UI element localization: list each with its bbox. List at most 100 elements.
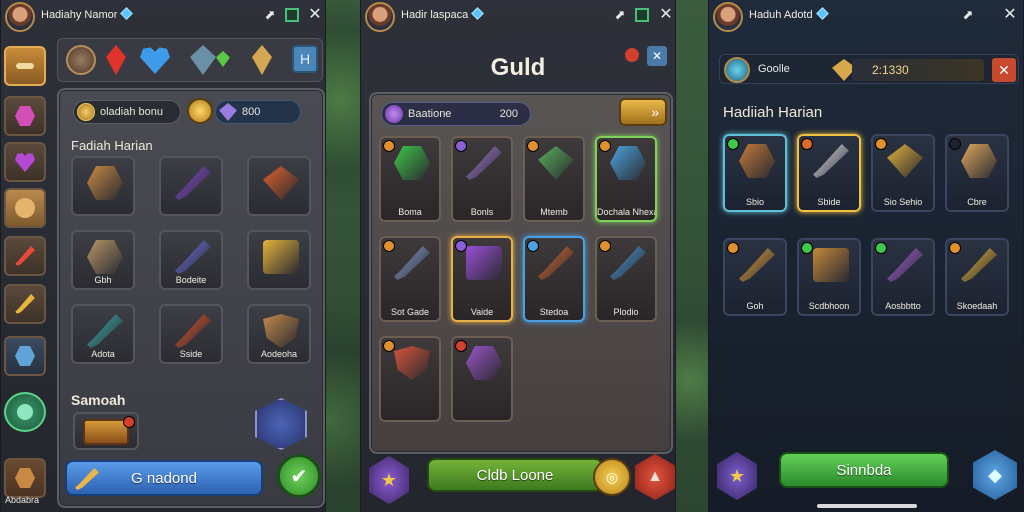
sidebar-item-shop[interactable]: [4, 458, 46, 498]
resource-name: Goolle: [758, 63, 790, 75]
tools-icon[interactable]: ✕: [647, 46, 667, 66]
signal-icon: ⬈: [962, 7, 974, 22]
guild-item-slot-10[interactable]: [451, 336, 513, 422]
confirm-button[interactable]: ✔: [277, 454, 321, 498]
horn-icon: [175, 314, 211, 348]
daily-reward-screen: Haduh Adotd ⬈ ✕ Goolle 2:1330 ✕ Hadiiah …: [708, 0, 1024, 512]
daily-reward-slot-2[interactable]: [159, 156, 223, 216]
sidebar-item-pet[interactable]: [4, 188, 46, 228]
sidebar-item-sword[interactable]: [4, 236, 46, 276]
item-label: Bonls: [470, 207, 494, 217]
daily-reward-slot-6[interactable]: Scdbhoon: [797, 238, 861, 316]
guild-panel: Baatione 200 » Boma Bonls Mtemb Dochala Nhe…: [369, 92, 673, 454]
sidebar-item-cube[interactable]: [4, 336, 46, 376]
cube-icon: [15, 346, 35, 366]
daily-reward-slot-9[interactable]: Aodeoha: [247, 304, 311, 364]
ruby-icon[interactable]: [106, 45, 126, 75]
daily-reward-slot-5[interactable]: Goh: [723, 238, 787, 316]
daily-reward-slot-4[interactable]: Gbh: [71, 230, 135, 290]
daily-reward-slot-2[interactable]: Sbide: [797, 134, 861, 212]
item-label: Cbre: [967, 197, 987, 207]
crystal-icon[interactable]: [190, 45, 216, 75]
window-title: Hadiahy Namor: [41, 7, 134, 21]
axe-icon: [75, 468, 99, 490]
guild-item-slot-3[interactable]: Mtemb: [523, 136, 585, 222]
map-icon[interactable]: H: [292, 45, 318, 73]
guild-item-slot-8[interactable]: Plodio: [595, 236, 657, 322]
upgrade-button[interactable]: »: [619, 98, 667, 126]
artifact-icon: [15, 106, 35, 126]
daily-reward-slot-1[interactable]: Sbio: [723, 134, 787, 212]
avatar[interactable]: [5, 2, 35, 32]
gem-icon: [471, 7, 485, 20]
guild-item-slot-9[interactable]: [379, 336, 441, 422]
rarity-badge: [527, 240, 539, 252]
rarity-badge: [527, 140, 539, 152]
potion-icon: [887, 248, 923, 282]
guild-item-slot-6[interactable]: Vaide: [451, 236, 513, 322]
close-icon[interactable]: ✕: [659, 7, 673, 23]
close-icon[interactable]: ✕: [308, 7, 322, 23]
daily-reward-slot-3[interactable]: [247, 156, 311, 216]
gold-gem-icon: [961, 248, 997, 282]
claim-button[interactable]: Sinnbda: [779, 452, 949, 488]
blue-mace-icon: [538, 246, 574, 280]
close-icon[interactable]: ✕: [1003, 7, 1017, 23]
shield-button[interactable]: ◆: [973, 450, 1017, 500]
claim-button-label: G nadond: [131, 469, 197, 487]
guild-action-button[interactable]: Cldb Loone: [427, 458, 603, 492]
chest-icon: [739, 248, 775, 282]
item-label: Mtemb: [540, 207, 568, 217]
medal-icon[interactable]: [66, 45, 96, 75]
sidebar-item-compass[interactable]: [4, 392, 46, 432]
green-potion-icon: [394, 146, 430, 180]
star-button[interactable]: ★: [717, 452, 757, 500]
emerald-icon[interactable]: [216, 51, 230, 67]
daily-reward-slot-4[interactable]: Cbre: [945, 134, 1009, 212]
rarity-badge: [599, 140, 611, 152]
sidebar-item-menu[interactable]: [4, 46, 46, 86]
daily-reward-slot-5[interactable]: Bodeite: [159, 230, 223, 290]
gem-icon: [219, 103, 237, 121]
rewards-panel: oladiah bonu 800 Fadiah Harian Gbh Bodeit…: [57, 88, 325, 508]
compass-icon: [17, 404, 33, 420]
sidebar-item-axe[interactable]: [4, 284, 46, 324]
daily-reward-slot-8[interactable]: Skoedaah: [945, 238, 1009, 316]
battery-icon: [635, 8, 649, 22]
guild-item-slot-4[interactable]: Dochala Nhexabar: [595, 136, 657, 222]
daily-reward-slot-6[interactable]: [247, 230, 311, 290]
topaz-icon[interactable]: [252, 45, 272, 75]
heart-gem-icon[interactable]: [140, 47, 170, 74]
close-resource-button[interactable]: ✕: [992, 58, 1016, 82]
daily-reward-slot-8[interactable]: Sside: [159, 304, 223, 364]
guild-item-slot-7[interactable]: Stedoa: [523, 236, 585, 322]
extra-reward-slot[interactable]: [73, 412, 139, 450]
seed-icon: [263, 314, 299, 348]
fire-button[interactable]: ▲: [635, 454, 675, 500]
rarity-badge: [455, 140, 467, 152]
daily-reward-slot-7[interactable]: Adota: [71, 304, 135, 364]
item-label: Dochala Nhexabar: [597, 207, 655, 217]
item-label: Aosbbtto: [885, 301, 921, 311]
sword-icon: [15, 246, 35, 266]
daily-reward-slot-1[interactable]: [71, 156, 135, 216]
window-title: Hadir laspaca: [401, 7, 485, 21]
sidebar-bottom-label: Abdabra: [5, 495, 40, 505]
orb-icon: [385, 105, 403, 123]
claim-button[interactable]: G nadond: [65, 460, 263, 496]
rarity-badge: [455, 240, 467, 252]
avatar[interactable]: [365, 2, 395, 32]
guild-item-slot-2[interactable]: Bonls: [451, 136, 513, 222]
guild-item-slot-5[interactable]: Sot Gade: [379, 236, 441, 322]
sidebar-item-heart[interactable]: [4, 142, 46, 182]
avatar[interactable]: [713, 2, 743, 32]
sidebar-item-artifact[interactable]: [4, 96, 46, 136]
coin-button[interactable]: ◎: [593, 458, 631, 496]
dagger-icon: [87, 314, 123, 348]
daily-reward-slot-3[interactable]: Sio Sehio: [871, 134, 935, 212]
rune-button[interactable]: [255, 398, 307, 450]
daily-reward-slot-7[interactable]: Aosbbtto: [871, 238, 935, 316]
star-button[interactable]: ★: [369, 456, 409, 504]
guild-item-slot-1[interactable]: Boma: [379, 136, 441, 222]
gem-icon: [120, 7, 134, 20]
